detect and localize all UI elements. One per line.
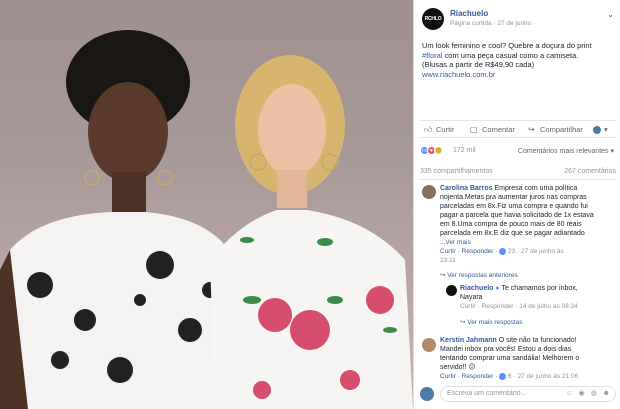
comment-text: O site não ta funcionado!: [496, 337, 577, 344]
comment-input-placeholder: Escreva um comentário...: [447, 390, 527, 397]
like-button[interactable]: 👍︎ Curtir: [424, 125, 454, 134]
like-reply-links[interactable]: Curtir · Responder ·: [440, 248, 497, 255]
commenter-name[interactable]: Carolina Barros: [440, 185, 493, 192]
see-more-link[interactable]: ...Ver mais: [440, 238, 618, 247]
comment-text: pagar a parcela que havia solicitado de …: [440, 212, 594, 219]
comment-text: tentando comprar uma sandália! Melhorem …: [440, 355, 580, 362]
view-more-replies[interactable]: ↪ Ver mais respostas: [460, 318, 523, 327]
comment-text: Mandei inbox pra vocês! Estou a dois dia…: [440, 346, 572, 353]
avatar[interactable]: [422, 338, 436, 352]
action-bar: 👍︎ Curtir ▢ Comentar ↪ Compartilhar ▾: [420, 120, 616, 138]
post-text: Um look feminino e cool? Quebre a doçura…: [422, 41, 614, 79]
reaction-count[interactable]: 172 mil: [453, 147, 476, 154]
comment-button[interactable]: ▢ Comentar: [470, 125, 515, 134]
shares-count[interactable]: 335 compartilhamentos: [420, 168, 493, 175]
post-photo[interactable]: [0, 0, 413, 409]
website-link[interactable]: www.riachuelo.com.br: [422, 70, 614, 80]
comment-timestamp[interactable]: 6 · 27 de junho às 21:06: [506, 373, 578, 380]
comment: Carolina Barros Empresa com uma política…: [440, 184, 618, 265]
comment-text: Te chamamos por inbox,: [499, 285, 578, 292]
models-illustration: [0, 30, 413, 409]
profile-avatar: [593, 125, 601, 134]
commenter-name[interactable]: Kerstin Jahmann: [440, 337, 497, 344]
reactions-summary[interactable]: 👍︎ ♥ 😮︎ 172 mil Comentários mais relevan…: [420, 145, 616, 159]
post-line-2: #floral com uma peça casual como a camis…: [422, 51, 614, 61]
post-header: RCHLO Riachuelo Página curtida · 27 de j…: [420, 6, 616, 32]
comment-icon: ▢: [470, 124, 478, 134]
post-panel: RCHLO Riachuelo Página curtida · 27 de j…: [413, 0, 620, 409]
comment-sort[interactable]: Comentários mais relevantes ▾: [518, 147, 614, 155]
comment-timestamp[interactable]: 23 · 27 de junho às: [506, 248, 564, 255]
comment-text: Nayara: [460, 294, 483, 301]
comment-text: parcelada em 8x.E diz que se pagar adian…: [440, 230, 585, 237]
dropdown-caret-icon: ▾: [604, 125, 608, 134]
avatar: [420, 387, 434, 401]
post-line-2-text: com uma peça casual como a camiseta.: [442, 50, 579, 60]
comment-timestamp-cont: 23:11: [440, 257, 456, 264]
like-label: Curtir: [436, 125, 455, 134]
comment-label: Comentar: [482, 125, 515, 134]
thumbs-up-icon: 👍︎: [424, 124, 433, 134]
comment: Kerstin Jahmann O site não ta funcionado…: [440, 336, 618, 381]
post-meta: Página curtida · 27 de junho ·: [450, 20, 536, 27]
share-button[interactable]: ↪ Compartilhar: [528, 125, 583, 134]
comment-text: nojenta.Metas pra aumentar juros nas com…: [440, 194, 587, 201]
comment-text: servido!! 😕: [440, 364, 476, 371]
comments-count[interactable]: 267 comentários: [564, 168, 616, 175]
wow-reaction-icon: 😮︎: [434, 146, 443, 155]
share-icon: ↪: [528, 124, 535, 134]
post-line-3: (Blusas a partir de R$49,90 cada): [422, 60, 535, 69]
comment-text: em 8.Uma compra de pouco mais de 80 reai…: [440, 221, 582, 228]
comment-actions[interactable]: Curtir · Responder · 14 de julho às 08:3…: [460, 302, 618, 311]
commenter-name[interactable]: Riachuelo: [460, 285, 493, 292]
composer-tools-icons[interactable]: ☺ ◉ ◍ ☻: [565, 389, 612, 397]
share-label: Compartilhar: [540, 125, 583, 134]
page-logo[interactable]: RCHLO: [422, 8, 444, 30]
comment-text: parceladas em 8x.Fiz uma compra e quando…: [440, 203, 588, 210]
comment-composer: Escreva um comentário... ☺ ◉ ◍ ☻: [420, 386, 618, 404]
comment-text: Empresa com uma política: [492, 185, 578, 192]
view-previous-replies[interactable]: ↪ Ver respostas anteriores: [440, 271, 518, 280]
comment-actions: Curtir · Responder · 6 · 27 de junho às …: [440, 372, 618, 381]
page-name[interactable]: Riachuelo: [450, 9, 488, 18]
avatar[interactable]: [446, 285, 457, 296]
reaction-selector[interactable]: ▾: [593, 125, 608, 134]
avatar[interactable]: [422, 185, 436, 199]
comment-actions: Curtir · Responder · 23 · 27 de junho às: [440, 247, 618, 256]
share-comment-counts: 335 compartilhamentos 267 comentários: [420, 168, 616, 180]
post-line-1: Um look feminino e cool? Quebre a doçura…: [422, 41, 592, 50]
hashtag-link[interactable]: #floral: [422, 51, 442, 60]
reply-comment: Riachuelo ● Te chamamos por inbox, Nayar…: [460, 284, 618, 311]
post-options-chevron-icon[interactable]: ⌄: [607, 10, 614, 19]
like-reply-links[interactable]: Curtir · Responder ·: [440, 373, 497, 380]
